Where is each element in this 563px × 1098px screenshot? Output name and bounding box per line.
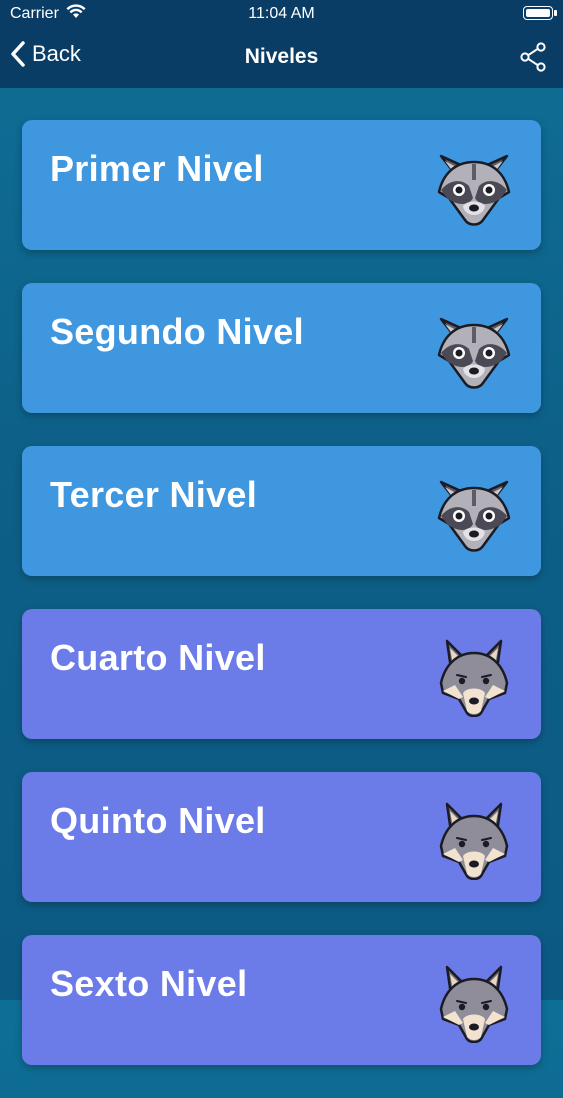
raccoon-icon — [437, 154, 511, 227]
level-title: Segundo Nivel — [50, 311, 304, 352]
level-card-2[interactable]: Segundo Nivel — [22, 283, 541, 413]
level-title: Quinto Nivel — [50, 800, 266, 841]
wolf-icon — [439, 802, 509, 880]
level-card-5[interactable]: Quinto Nivel — [22, 772, 541, 902]
level-title: Sexto Nivel — [50, 963, 248, 1004]
navigation-bar: Back Niveles — [0, 30, 563, 88]
raccoon-icon — [437, 480, 511, 553]
level-card-6[interactable]: Sexto Nivel — [22, 935, 541, 1065]
raccoon-icon — [437, 317, 511, 390]
level-title: Tercer Nivel — [50, 474, 258, 515]
levels-list: Primer Nivel Segundo Nivel Tercer Nivel … — [22, 120, 541, 1098]
share-icon[interactable] — [519, 42, 547, 72]
battery-icon — [523, 6, 557, 20]
level-card-1[interactable]: Primer Nivel — [22, 120, 541, 250]
level-card-3[interactable]: Tercer Nivel — [22, 446, 541, 576]
page-title: Niveles — [244, 45, 319, 68]
status-bar: Carrier 11:04 AM — [0, 0, 563, 30]
top-bar: Carrier 11:04 AM Back Niveles — [0, 0, 563, 88]
level-title: Primer Nivel — [50, 148, 264, 189]
clock: 11:04 AM — [248, 5, 315, 22]
level-title: Cuarto Nivel — [50, 637, 266, 678]
wolf-icon — [439, 639, 509, 717]
wolf-icon — [439, 965, 509, 1043]
level-card-4[interactable]: Cuarto Nivel — [22, 609, 541, 739]
